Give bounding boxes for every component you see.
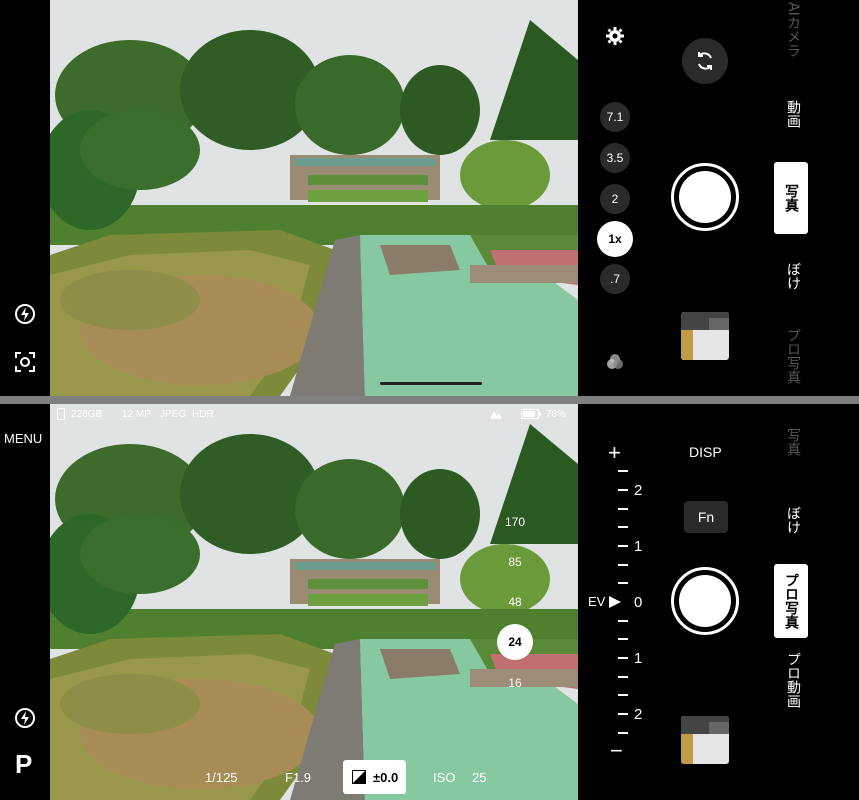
exposure-icon [351,769,367,785]
exposure-compensation-button[interactable]: ±0.0 [343,760,407,794]
flash-auto-icon[interactable] [13,706,37,730]
ev-tick [618,713,628,715]
ev-tick [618,657,628,659]
scene-detect-icon [488,407,504,421]
mode-video[interactable]: 動画 [783,100,803,128]
left-toolbar: MENU P [0,404,50,800]
disp-button[interactable]: DISP [689,444,722,460]
ev-tick [618,638,628,640]
camera-pro-mode-panel: MENU P 228GB 12 MP JPEG HDR 78% 170 85 4… [0,404,859,800]
ev-mark-0: 0 [634,594,643,611]
color-filter-icon[interactable] [603,350,627,374]
ev-tick [618,732,628,734]
shutter-button[interactable] [671,567,739,635]
last-photo-thumbnail[interactable] [681,312,729,360]
ev-minus-button[interactable]: − [610,738,623,764]
flash-auto-icon[interactable] [13,302,37,326]
ev-tick [618,694,628,696]
iso-option-85[interactable]: 85 [497,550,533,574]
focus-frame-icon[interactable] [13,350,37,374]
zoom-button-1x[interactable]: 1x [597,221,633,257]
hdr-label: HDR [192,409,214,420]
ev-mark-minus-1: 1 [634,650,643,667]
ev-label: EV [588,594,606,609]
viewfinder[interactable]: 228GB 12 MP JPEG HDR 78% 170 85 48 24 16… [50,404,578,800]
mode-ai-camera[interactable]: AIカメラ [783,2,803,58]
shooting-mode-letter[interactable]: P [15,749,32,780]
ev-tick [618,489,628,491]
fn-button[interactable]: Fn [684,501,728,533]
storage-remaining: 228GB [71,409,103,420]
last-photo-thumbnail[interactable] [681,716,729,764]
iso-value[interactable]: 25 [472,770,486,785]
format-label: JPEG [160,409,187,420]
ev-tick [618,620,628,622]
storage-icon [56,407,66,421]
status-bar: 228GB 12 MP JPEG HDR 78% [50,404,578,424]
camera-controls: 7.1 3.5 2 1x .7 AIカメラ 動画 写真 ぼけ プロ写真 [578,0,859,396]
iso-label: ISO [433,770,456,785]
battery-icon [520,408,542,420]
ev-mark-plus-2: 2 [634,482,643,499]
left-toolbar [0,0,50,396]
ev-tick [618,526,628,528]
viewfinder-image [50,0,578,396]
ev-plus-button[interactable]: + [608,440,621,466]
megapixels-label: 12 MP [122,409,151,420]
gear-icon[interactable] [603,24,627,48]
camera-switch-icon[interactable] [682,38,728,84]
mode-pro-photo[interactable]: プロ写真 [774,564,808,638]
aperture-value: F1.9 [285,770,312,785]
ev-scale[interactable]: + 2 1 EV 0 1 2 − [588,440,658,764]
iso-option-16[interactable]: 16 [497,671,533,695]
home-indicator [380,382,482,385]
ev-tick [618,582,628,584]
mode-pro-video[interactable]: プロ動画 [783,652,803,708]
zoom-button-0-7[interactable]: .7 [600,264,630,294]
mode-bokeh[interactable]: ぼけ [783,506,803,534]
mode-photo[interactable]: 写真 [774,162,808,234]
ev-tick [618,545,628,547]
pro-controls: + 2 1 EV 0 1 2 − DISP Fn 写真 ぼけ プロ写真 プロ動画 [578,404,859,800]
screenshot-divider [0,396,859,404]
battery-level: 78% [546,409,567,420]
mode-bokeh[interactable]: ぼけ [783,262,803,290]
exposure-value: ±0.0 [373,769,399,785]
mode-photo[interactable]: 写真 [783,428,803,456]
iso-option-48[interactable]: 48 [497,590,533,614]
ev-mark-minus-2: 2 [634,706,643,723]
shutter-speed-value[interactable]: 1/125 [205,770,238,785]
zoom-button-3-5[interactable]: 3.5 [600,143,630,173]
iso-option-24[interactable]: 24 [497,624,533,660]
ev-tick [618,508,628,510]
menu-button[interactable]: MENU [4,431,42,446]
iso-option-170[interactable]: 170 [497,510,533,534]
mode-pro-photo[interactable]: プロ写真 [783,328,803,384]
ev-tick [618,564,628,566]
ev-pointer-icon [608,595,622,609]
zoom-button-2[interactable]: 2 [600,184,630,214]
shutter-button[interactable] [671,163,739,231]
zoom-button-7-1[interactable]: 7.1 [600,102,630,132]
camera-auto-mode-panel: 7.1 3.5 2 1x .7 AIカメラ 動画 写真 ぼけ プロ写真 [0,0,859,396]
viewfinder[interactable] [50,0,578,396]
ev-mark-plus-1: 1 [634,538,643,555]
ev-tick [618,676,628,678]
